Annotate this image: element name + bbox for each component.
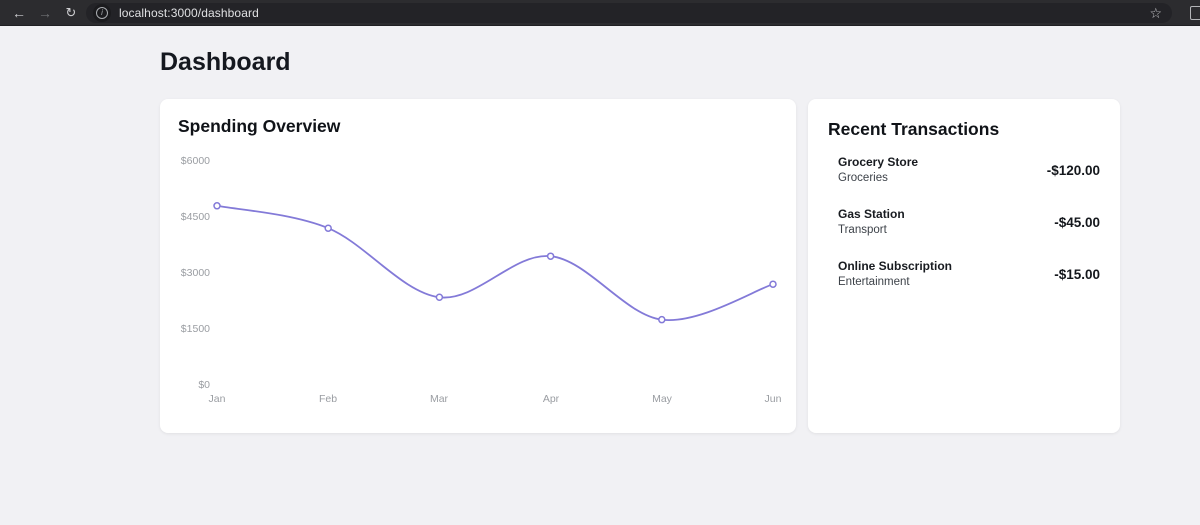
transaction-category: Entertainment bbox=[838, 274, 952, 290]
page-title: Dashboard bbox=[160, 48, 291, 77]
transaction-amount: -$120.00 bbox=[1047, 163, 1100, 178]
transactions-card-title: Recent Transactions bbox=[828, 119, 1100, 140]
recent-transactions-card: Recent Transactions Grocery Store Grocer… bbox=[808, 99, 1120, 433]
transaction-row: Grocery Store Groceries -$120.00 bbox=[828, 154, 1100, 186]
browser-toolbar: ← → ↻ i localhost:3000/dashboard ☆ bbox=[0, 0, 1200, 26]
browser-window-icon[interactable] bbox=[1190, 6, 1200, 20]
x-axis-label: Jun bbox=[765, 393, 782, 405]
bookmark-star-icon[interactable]: ☆ bbox=[1149, 3, 1162, 23]
transaction-name: Gas Station bbox=[838, 206, 905, 222]
x-axis-labels: Jan Feb Mar Apr May Jun bbox=[160, 99, 796, 433]
x-axis-label: May bbox=[652, 393, 672, 405]
transaction-amount: -$15.00 bbox=[1054, 267, 1100, 282]
spending-overview-card: Spending Overview $6000 $4500 $3000 $150… bbox=[160, 99, 796, 433]
transaction-category: Transport bbox=[838, 222, 905, 238]
transaction-name: Online Subscription bbox=[838, 258, 952, 274]
x-axis-label: Feb bbox=[319, 393, 337, 405]
transaction-amount: -$45.00 bbox=[1054, 215, 1100, 230]
back-icon[interactable]: ← bbox=[6, 0, 32, 26]
transaction-row: Online Subscription Entertainment -$15.0… bbox=[828, 258, 1100, 290]
transaction-name: Grocery Store bbox=[838, 154, 918, 170]
x-axis-label: Apr bbox=[543, 393, 559, 405]
transaction-row: Gas Station Transport -$45.00 bbox=[828, 206, 1100, 238]
url-text[interactable]: localhost:3000/dashboard bbox=[119, 6, 259, 20]
x-axis-label: Mar bbox=[430, 393, 448, 405]
transaction-category: Groceries bbox=[838, 170, 918, 186]
site-info-icon[interactable]: i bbox=[93, 4, 111, 22]
x-axis-label: Jan bbox=[209, 393, 226, 405]
forward-icon[interactable]: → bbox=[32, 0, 58, 26]
address-bar[interactable]: i localhost:3000/dashboard ☆ bbox=[86, 3, 1172, 23]
reload-icon[interactable]: ↻ bbox=[58, 0, 84, 26]
